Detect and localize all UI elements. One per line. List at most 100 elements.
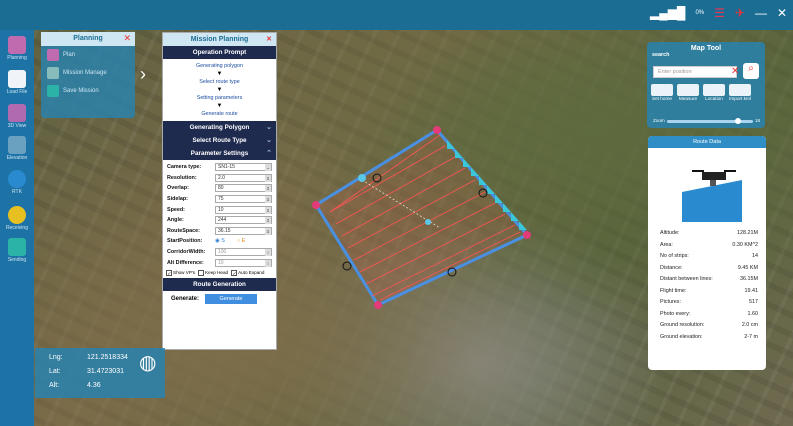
measure-tool[interactable]: Measure [677,84,699,101]
route-data-row: Ground resolution: 2.0 cm [660,322,758,334]
stepper-icon[interactable]: ⇕ [265,196,271,204]
save-mission-label: Save Mission [63,88,99,94]
arrow-down-icon: ▼ [216,87,223,93]
sidebar: Planning Load File 3D View Elevation RTK… [0,30,34,426]
generating-polygon-header[interactable]: Generating Polygon ⌄ [163,121,276,134]
mission-manage-label: Mission Manage [63,70,107,76]
stepper-icon[interactable]: ⇕ [265,217,271,225]
corridor-width-input[interactable]: 100 ⇕ [215,248,272,257]
route-data-value: 2.0 cm [741,322,758,328]
stepper-icon[interactable]: ⇕ [265,249,271,257]
sidebar-item-load-file[interactable]: Load File [0,70,34,95]
alt-difference-input[interactable]: 10 ⇕ [215,258,272,267]
satellite-icon[interactable]: ✈ [735,6,745,20]
list-icon[interactable]: ☰ [714,6,725,20]
minimize-icon[interactable]: — [755,6,767,20]
keep-head-checkbox[interactable]: Keep Head [198,269,228,276]
routespace-input[interactable]: 36.15 ⇕ [215,226,272,235]
top-bar: ▂▄▆█ 0% ☰ ✈ — ✕ [0,0,793,30]
stepper-icon[interactable]: ⇕ [265,206,271,214]
alt-label: Alt: [49,382,60,389]
save-mission-item[interactable]: Save Mission [41,82,135,100]
stepper-icon[interactable]: ⇕ [265,185,271,193]
close-icon[interactable]: ✕ [123,33,131,44]
speed-input[interactable]: 10 ⇕ [215,205,272,214]
camera-type-select[interactable]: SN1-15 ⌄ [215,163,272,172]
generate-button[interactable]: Generate [205,293,258,304]
zoom-slider[interactable] [667,118,753,124]
zoom-value: 18 [755,118,761,123]
drone-illustration [682,170,742,222]
search-input[interactable]: Enter position [653,66,737,78]
sidebar-item-3d-view[interactable]: 3D View [0,104,34,129]
speed-row: Speed: 10 ⇕ [163,204,276,215]
search-icon[interactable]: ⌕ [743,63,759,79]
param-label: Overlap: [167,185,189,192]
clear-icon[interactable]: ✕ [731,66,739,77]
search-label: search [652,52,670,58]
angle-input[interactable]: 244 ⇕ [215,216,272,225]
parameter-settings-header[interactable]: Parameter Settings ⌃ [163,147,276,160]
arrow-down-icon: ▼ [216,71,223,77]
zoom-knob[interactable] [735,118,741,124]
sidebar-item-receiving[interactable]: Receiving [0,206,34,231]
plan-label: Plan [63,52,76,58]
route-data-row: Area: 0.30 KM^2 [660,242,758,254]
import-kml-tool[interactable]: Import kml [729,84,751,101]
show-vps-checkbox[interactable]: ✓ Show VP's [166,269,195,276]
sidelap-row: Sidelap: 75 ⇕ [163,194,276,205]
sidebar-item-elevation[interactable]: Elevation [0,136,34,161]
chevron-right-icon[interactable]: › [140,64,146,85]
drone-marker [425,219,431,225]
sidebar-item-sending[interactable]: Sending [0,238,34,263]
sending-icon [8,238,26,256]
mission-title: Mission Planning [190,36,249,43]
sidelap-input[interactable]: 75 ⇕ [215,195,272,204]
sidebar-item-planning[interactable]: Planning [0,36,34,61]
plan-item[interactable]: Plan [41,46,135,64]
select-route-type-label: Select Route Type [192,137,247,144]
auto-expand-checkbox[interactable]: ✓ Auto Expand [231,269,264,276]
alt-value: 4.36 [87,382,101,389]
route-data-row: Distant between lines: 36.15M [660,276,758,288]
close-icon[interactable]: ✕ [777,6,787,20]
location-icon [703,84,725,96]
overlap-input[interactable]: 80 ⇕ [215,184,272,193]
stepper-icon[interactable]: ⇕ [265,227,271,235]
route-data-key: Distant between lines: [660,276,713,282]
camera-type-row: Camera type: SN1-15 ⌄ [163,162,276,173]
resolution-input[interactable]: 2.0 ⇕ [215,173,272,182]
import-icon [729,84,751,96]
step-1: Generating polygon [195,63,244,69]
route-data-value: 36.15M [740,276,758,282]
step-4: Generate route [201,111,238,117]
stepper-icon[interactable]: ⇕ [265,259,271,267]
param-label: Angle: [167,217,184,224]
chevron-down-icon: ⌄ [266,124,272,131]
route-data-value: 1.60 [747,310,759,317]
select-route-type-header[interactable]: Select Route Type ⌄ [163,134,276,147]
route-data-list: Altitude: 128.21M Area: 0.30 KM^2 No of stri… [660,230,758,345]
sidebar-item-rtk[interactable]: RTK [0,170,34,195]
mission-manage-item[interactable]: Mission Manage [41,64,135,82]
start-e-radio[interactable]: ○ E [237,238,245,244]
route-data-row: Ground elevation: 2-7 m [660,334,758,346]
planning-icon [8,36,26,54]
location-tool[interactable]: Location [703,84,725,101]
route-data-value: 19.41 [744,287,759,294]
param-label: Camera type: [167,164,202,171]
route-data-row: Altitude: 128.21M [660,230,758,242]
corridor-width-row: CorridorWidth: 100 ⇕ [163,247,276,258]
lng-value: 121.2518334 [87,354,128,361]
stepper-icon[interactable]: ⇕ [265,174,271,182]
alt-difference-row: Alt Difference: 10 ⇕ [163,257,276,268]
route-data-value: 0.30 KM^2 [732,241,758,248]
angle-row: Angle: 244 ⇕ [163,215,276,226]
set-home-tool[interactable]: Set home [651,84,673,101]
sidebar-item-label: Sending [7,257,27,263]
load-file-icon [8,70,26,88]
sidebar-item-label: Elevation [6,155,28,161]
start-s-radio[interactable]: ◉ S [215,238,225,244]
lat-label: Lat: [49,368,61,375]
close-icon[interactable]: ✕ [266,33,272,46]
